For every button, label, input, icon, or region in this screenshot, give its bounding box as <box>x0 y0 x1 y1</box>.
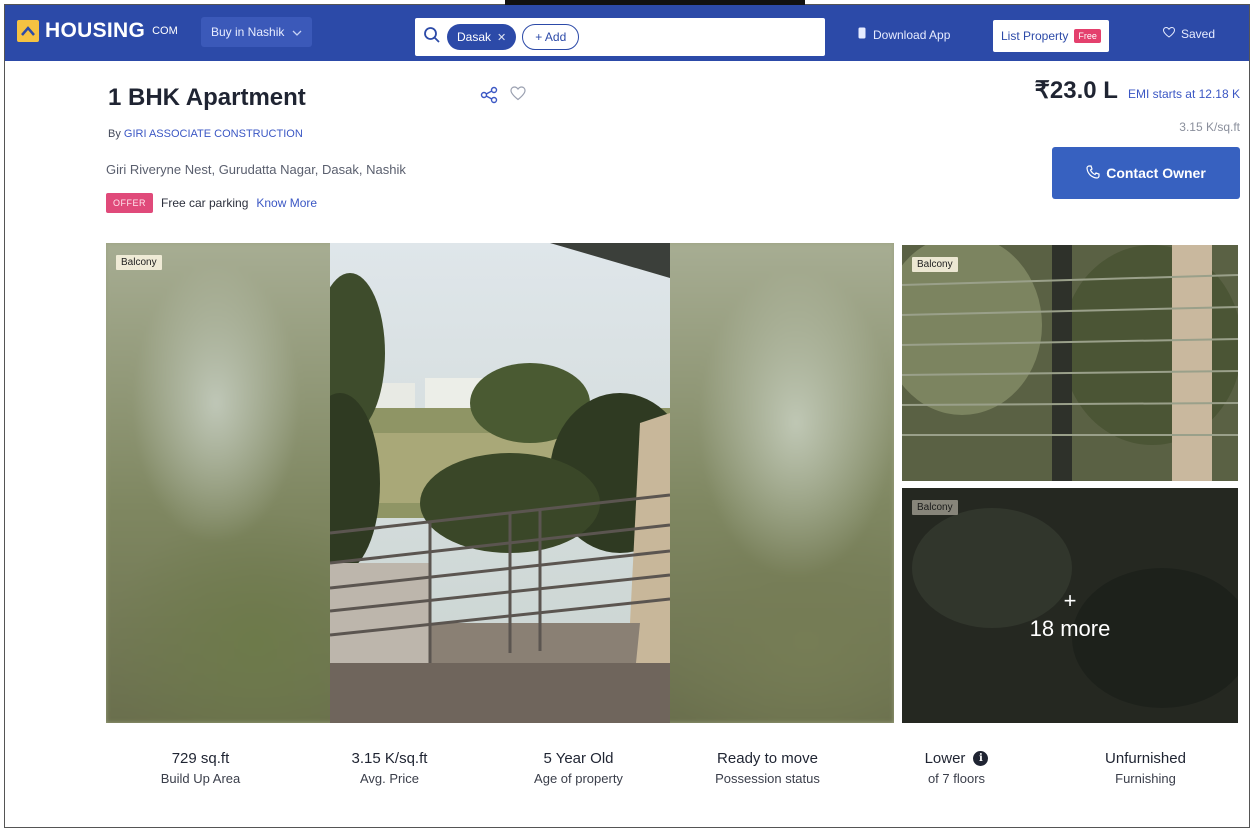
phone-call-icon <box>1086 164 1100 182</box>
more-photos-overlay[interactable]: + 18 more <box>902 488 1238 723</box>
price-row: ₹23.0 L EMI starts at 12.18 K <box>1035 76 1240 105</box>
stat-label: Possession status <box>715 771 820 786</box>
city-select[interactable]: Buy in Nashik <box>201 17 313 47</box>
price: ₹23.0 L <box>1034 77 1118 104</box>
stat-possession: Ready to move Possession status <box>673 750 862 786</box>
property-stats: 729 sq.ft Build Up Area 3.15 K/sq.ft Avg… <box>106 750 1240 786</box>
logo-text: HOUSING <box>45 19 146 42</box>
stat-label: Avg. Price <box>359 771 419 786</box>
offer-text: Free car parking <box>161 196 249 210</box>
photo-label: Balcony <box>116 255 162 270</box>
stat-furnishing: Unfurnished Furnishing <box>1051 750 1240 786</box>
search-chip[interactable]: Dasak ✕ <box>447 24 517 50</box>
stat-value-floor: Lower i <box>925 750 989 767</box>
stat-value: 729 sq.ft <box>171 750 230 767</box>
list-property-label: List Property <box>1001 29 1069 43</box>
stat-floor: Lower i of 7 floors <box>862 750 1051 786</box>
list-property-button[interactable]: List Property Free <box>993 20 1109 52</box>
search-bar[interactable]: Dasak ✕ + Add <box>415 18 825 56</box>
saved-label: Saved <box>1181 27 1216 41</box>
contact-owner-label: Contact Owner <box>1106 165 1206 181</box>
offer-tag: OFFER <box>106 193 153 213</box>
stat-label: Age of property <box>534 771 623 786</box>
download-app-label: Download App <box>873 27 951 42</box>
floor-value: Lower <box>924 750 966 767</box>
stat-label: of 7 floors <box>927 771 986 786</box>
know-more-link[interactable]: Know More <box>256 196 317 210</box>
page-title: 1 BHK Apartment <box>108 84 306 111</box>
builder-link[interactable]: GIRI ASSOCIATE CONSTRUCTION <box>124 128 303 140</box>
stat-value: Unfurnished <box>1105 750 1186 767</box>
search-icon <box>423 26 441 49</box>
top-nav: HOUSING COM Buy in Nashik Dasak ✕ + Add … <box>5 5 1249 61</box>
chevron-down-icon <box>292 25 302 39</box>
city-select-label: Buy in Nashik <box>211 25 285 39</box>
photo-label: Balcony <box>912 257 958 272</box>
info-icon[interactable]: i <box>973 751 989 766</box>
price-per-sqft: 3.15 K/sq.ft <box>1179 120 1240 134</box>
stat-value: Ready to move <box>717 750 818 767</box>
download-app-link[interactable]: Download App <box>857 27 950 42</box>
phone-icon <box>857 27 867 42</box>
free-badge: Free <box>1074 29 1101 43</box>
stat-label: Furnishing <box>1115 771 1176 786</box>
main-photo[interactable]: Balcony <box>106 243 894 723</box>
heart-outline-icon[interactable] <box>510 86 526 106</box>
by-prefix: By <box>108 128 121 140</box>
stat-age: 5 Year Old Age of property <box>484 750 673 786</box>
share-icon[interactable] <box>480 86 498 109</box>
logo-sub: COM <box>152 25 178 37</box>
side-photo-bottom[interactable]: Balcony + 18 more <box>902 488 1238 723</box>
search-chip-label: Dasak <box>457 30 492 44</box>
more-photos-count: 18 more <box>1029 615 1111 641</box>
stat-avg-price: 3.15 K/sq.ft Avg. Price <box>295 750 484 786</box>
side-photo-top[interactable]: Balcony <box>902 245 1238 481</box>
builder-line: By GIRI ASSOCIATE CONSTRUCTION <box>108 128 303 140</box>
address: Giri Riveryne Nest, Gurudatta Nagar, Das… <box>106 162 406 177</box>
emi-link[interactable]: EMI starts at 12.18 K <box>1128 87 1240 101</box>
offer-row: OFFER Free car parking Know More <box>106 193 317 213</box>
stat-label: Build Up Area <box>160 771 241 786</box>
balcony-photo <box>330 243 670 723</box>
saved-link[interactable]: Saved <box>1162 26 1216 41</box>
stat-value: 3.15 K/sq.ft <box>351 750 428 767</box>
logo[interactable]: HOUSING COM <box>17 19 178 43</box>
house-logo-icon <box>17 20 39 42</box>
add-location-button[interactable]: + Add <box>522 24 580 50</box>
plus-icon: + <box>1063 587 1077 613</box>
heart-icon <box>1162 26 1176 41</box>
stat-value: 5 Year Old <box>543 750 614 767</box>
contact-owner-button[interactable]: Contact Owner <box>1052 147 1240 199</box>
stat-build-up-area: 729 sq.ft Build Up Area <box>106 750 295 786</box>
close-icon[interactable]: ✕ <box>497 31 506 44</box>
